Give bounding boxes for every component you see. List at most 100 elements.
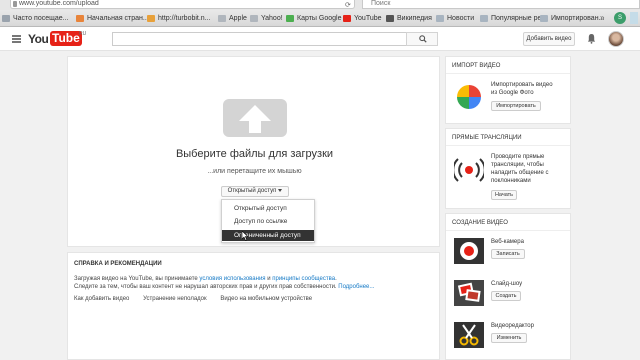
live-text-3: наладить общение с (491, 170, 549, 176)
sidebar-toggle-icon[interactable] (630, 12, 638, 24)
live-streaming-card: ПРЯМЫЕ ТРАНСЛЯЦИИ Проводите прямые транс… (445, 128, 571, 209)
slideshow-label: Слайд-шоу (491, 281, 523, 287)
troubleshooting-link[interactable]: Устранение неполадок (143, 296, 207, 302)
import-video-card: ИМПОРТ ВИДЕО Импортировать видео из Goog… (445, 56, 571, 124)
upload-video-button[interactable]: Добавить видео (523, 32, 575, 46)
bookmark-icon (2, 15, 10, 22)
bookmark-item[interactable]: Популярные ре... (480, 13, 547, 24)
bookmark-label: Часто посещае... (13, 15, 69, 22)
youtube-icon (343, 15, 351, 22)
chevron-down-icon (278, 188, 283, 192)
bookmark-label: Yahoo! (261, 15, 283, 22)
import-title: ИМПОРТ ВИДЕО (452, 63, 501, 69)
bookmark-label: http://turbobit.n... (158, 15, 211, 22)
create-title: СОЗДАНИЕ ВИДЕО (452, 220, 508, 226)
bookmark-icon (147, 15, 155, 22)
bookmark-item[interactable]: Карты Google (286, 13, 341, 24)
search-input[interactable] (112, 32, 407, 46)
live-text-2: трансляции, чтобы (491, 162, 544, 168)
help-section: СПРАВКА И РЕКОМЕНДАЦИИ Загружая видео на… (67, 252, 440, 360)
bookmark-item[interactable]: Yahoo! (250, 13, 283, 24)
bookmark-item[interactable]: YouTube (343, 13, 382, 24)
extension-badge-icon[interactable]: S (614, 12, 626, 24)
bookmark-item[interactable]: Apple (218, 13, 247, 24)
reload-icon[interactable]: ⟳ (345, 1, 351, 9)
site-info-icon[interactable] (13, 1, 17, 7)
privacy-option-public[interactable]: Открытый доступ (222, 203, 314, 214)
webcam-label: Веб-камера (491, 239, 524, 245)
record-button[interactable]: Записать (491, 249, 525, 259)
learn-more-link[interactable]: Подробнее... (338, 284, 374, 290)
start-live-button[interactable]: Начать (491, 190, 517, 200)
notifications-bell-icon[interactable] (587, 33, 596, 44)
privacy-option-private[interactable]: Ограниченный доступ (222, 230, 314, 241)
help-links: Как добавить видео Устранение неполадок … (74, 296, 324, 302)
webcam-record-icon (460, 242, 478, 260)
hamburger-menu-icon[interactable] (12, 35, 21, 43)
upload-arrow-icon[interactable] (221, 97, 289, 139)
yahoo-icon (250, 15, 258, 22)
bookmark-label: Википедия (397, 15, 432, 22)
upload-drop-zone[interactable]: Выберите файлы для загрузки ...или перет… (67, 56, 440, 247)
bookmark-item[interactable]: Новости (436, 13, 474, 24)
bookmark-label: Популярные ре... (491, 15, 548, 22)
logo-you-text: You (28, 32, 49, 46)
bookmark-label: Apple (229, 15, 247, 22)
privacy-option-unlisted[interactable]: Доступ по ссылке (222, 216, 314, 227)
upload-subtitle: ...или перетащите их мышью (207, 168, 302, 175)
privacy-dropdown-menu: Открытый доступ Доступ по ссылке Огранич… (221, 199, 315, 243)
browser-search-input[interactable]: Поиск (362, 0, 640, 9)
apple-icon (218, 15, 226, 22)
live-title: ПРЯМЫЕ ТРАНСЛЯЦИИ (452, 135, 522, 141)
search-button[interactable] (406, 32, 438, 46)
bookmark-label: Карты Google (297, 15, 342, 22)
slideshow-icon (457, 282, 481, 302)
mobile-upload-link[interactable]: Видео на мобильном устройстве (220, 296, 312, 302)
webcam-tile[interactable] (454, 238, 484, 264)
how-to-upload-link[interactable]: Как добавить видео (74, 296, 129, 302)
mouse-cursor-icon (242, 231, 249, 241)
google-maps-icon (286, 15, 294, 22)
logo-tube-text: Tube (50, 31, 82, 46)
live-text-1: Проводите прямые (491, 154, 545, 160)
account-avatar[interactable] (608, 31, 624, 47)
browser-toolbar: www.youtube.com/upload ⟳ Поиск (0, 0, 640, 10)
upload-title: Выберите файлы для загрузки (175, 148, 334, 160)
privacy-current-value: Открытый доступ (227, 188, 277, 194)
terms-line: Загружая видео на YouTube, вы принимаете… (74, 276, 337, 282)
google-photos-icon (457, 85, 481, 109)
youtube-header: You Tube RU Добавить видео (0, 27, 640, 51)
divider (446, 230, 570, 231)
divider (446, 145, 570, 146)
create-slideshow-button[interactable]: Создать (491, 291, 521, 301)
bookmark-item[interactable]: Начальная стран... (76, 13, 149, 24)
search-placeholder: Поиск (371, 0, 391, 7)
bookmark-item[interactable]: http://turbobit.n... (147, 13, 211, 24)
help-title: СПРАВКА И РЕКОМЕНДАЦИИ (74, 261, 162, 267)
video-editor-tile[interactable] (454, 322, 484, 348)
import-text-2: из Google Фото (491, 90, 534, 96)
bookmark-item[interactable]: Википедия (386, 13, 432, 24)
slideshow-tile[interactable] (454, 280, 484, 306)
bookmark-item[interactable]: Импортирован... (540, 13, 604, 24)
terms-period: . (335, 276, 337, 282)
community-guidelines-link[interactable]: принципы сообщества (272, 276, 335, 282)
bookmark-label: Начальная стран... (87, 15, 149, 22)
create-video-card: СОЗДАНИЕ ВИДЕО Веб-камера Записать Слайд… (445, 213, 571, 360)
bookmark-icon (76, 15, 84, 22)
folder-icon (480, 15, 488, 22)
import-button[interactable]: Импортировать (491, 101, 541, 111)
edit-button[interactable]: Изменить (491, 333, 527, 343)
address-bar[interactable]: www.youtube.com/upload (10, 0, 355, 9)
more-bookmarks-icon[interactable]: » (600, 13, 604, 22)
privacy-dropdown-button[interactable]: Открытый доступ (221, 186, 289, 197)
divider (446, 73, 570, 74)
terms-of-use-link[interactable]: условия использования (199, 276, 265, 282)
scissors-icon (459, 324, 479, 346)
bookmark-item[interactable]: Часто посещае... (2, 13, 68, 24)
video-editor-label: Видеоредактор (491, 323, 534, 329)
folder-icon (540, 15, 548, 22)
search-icon (419, 35, 427, 43)
bookmark-label: Новости (447, 15, 475, 22)
logo-region: RU (79, 31, 87, 37)
